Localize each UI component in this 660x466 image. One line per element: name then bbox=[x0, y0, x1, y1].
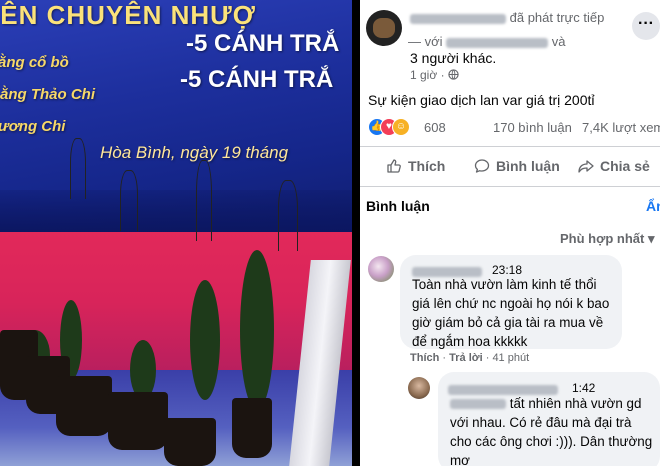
tagged-name-redacted[interactable] bbox=[446, 37, 549, 48]
comment-age: 41 phút bbox=[492, 352, 530, 364]
banner-text-line3: ằng cổ bồ bbox=[0, 54, 69, 71]
banner-bottom-stripe bbox=[0, 190, 352, 235]
poster-name-redacted[interactable] bbox=[410, 13, 506, 24]
live-action-text: đã phát trực tiếp bbox=[509, 10, 605, 25]
panel-divider bbox=[352, 0, 360, 466]
others-link[interactable]: 3 người khác. bbox=[410, 50, 496, 66]
post-time-text: 1 giờ bbox=[410, 68, 438, 82]
divider-line bbox=[360, 146, 660, 147]
share-button[interactable]: Chia sẻ bbox=[578, 154, 650, 178]
reply-timestamp: 1:42 bbox=[572, 381, 596, 395]
comment-bubble-icon bbox=[474, 158, 490, 174]
hanging-wire bbox=[120, 170, 138, 231]
like-button[interactable]: Thích bbox=[386, 154, 445, 178]
thumbs-up-icon bbox=[386, 158, 402, 174]
banner-location-date: Hòa Bình, ngày 19 tháng bbox=[100, 143, 289, 162]
reaction-count[interactable]: 608 bbox=[424, 120, 446, 135]
share-arrow-icon bbox=[578, 158, 594, 174]
care-reaction-icon: ☺ bbox=[392, 118, 410, 136]
comment-button[interactable]: Bình luận bbox=[474, 154, 560, 178]
separator-dot: · bbox=[440, 68, 445, 82]
orchid-pot bbox=[164, 418, 216, 466]
commenter-avatar[interactable] bbox=[368, 256, 394, 282]
with-prefix: — với bbox=[408, 34, 443, 49]
banner-text-line2: -5 CÁNH TRẮ bbox=[186, 30, 340, 57]
globe-icon bbox=[448, 68, 459, 82]
mention-redacted[interactable] bbox=[450, 399, 506, 410]
share-label: Chia sẻ bbox=[600, 158, 650, 174]
comment-actions: Thích · Trả lời · 41 phút bbox=[410, 352, 530, 364]
post-time[interactable]: 1 giờ · bbox=[410, 68, 459, 82]
comment-text: Toàn nhà vườn làm kinh tế thổi giá lên c… bbox=[412, 277, 610, 349]
orchid-pot bbox=[56, 376, 112, 436]
comment-sort-dropdown[interactable]: Phù hợp nhất ▾ bbox=[560, 231, 655, 247]
orchid-leaves bbox=[130, 340, 156, 400]
more-options-button[interactable]: ··· bbox=[632, 12, 660, 40]
orchid-leaves bbox=[240, 250, 274, 410]
banner-text-line1: IÊN CHUYÊN NHƯỢ bbox=[0, 0, 256, 30]
hide-comments-link[interactable]: Ẩn bbox=[646, 198, 660, 214]
comment-label: Bình luận bbox=[496, 158, 560, 174]
comment-count[interactable]: 170 bình luận bbox=[493, 120, 572, 135]
reply-avatar[interactable] bbox=[408, 377, 430, 399]
orchid-pot bbox=[232, 398, 272, 458]
post-header-line1: đã phát trực tiếp bbox=[410, 10, 604, 25]
chevron-down-icon: ▾ bbox=[647, 231, 655, 246]
poster-avatar[interactable] bbox=[366, 10, 402, 46]
post-header-line2: — với và bbox=[408, 34, 566, 49]
livestream-photo[interactable]: IÊN CHUYÊN NHƯỢ -5 CÁNH TRẮ ằng cổ bồ -5… bbox=[0, 0, 352, 466]
reply-text: tất nhiên nhà vườn gd với nhau. Có rẻ đâ… bbox=[450, 394, 656, 466]
banner-text-line6: ương Chi bbox=[0, 118, 66, 135]
hanging-wire bbox=[70, 138, 86, 199]
comment-reply-link[interactable]: Trả lời bbox=[449, 352, 483, 364]
divider-line bbox=[360, 186, 660, 187]
like-label: Thích bbox=[408, 158, 446, 174]
post-text: Sự kiện giao dịch lan var giá trị 200tỉ bbox=[368, 92, 595, 108]
hanging-wire bbox=[278, 180, 298, 251]
sort-label: Phù hợp nhất bbox=[560, 231, 645, 246]
comment-like-link[interactable]: Thích bbox=[410, 352, 439, 364]
and-text: và bbox=[551, 34, 566, 49]
orchid-leaves bbox=[190, 280, 220, 400]
hanging-wire bbox=[196, 160, 212, 241]
banner-text-line5: ằng Thảo Chi bbox=[0, 86, 95, 103]
banner-text-line4: -5 CÁNH TRẮ bbox=[180, 66, 334, 93]
comments-heading: Bình luận bbox=[366, 198, 430, 214]
view-count: 7,4K lượt xem bbox=[582, 120, 660, 135]
orchid-pot bbox=[108, 392, 168, 450]
post-panel: đã phát trực tiếp — với và 3 người khác.… bbox=[360, 0, 660, 466]
